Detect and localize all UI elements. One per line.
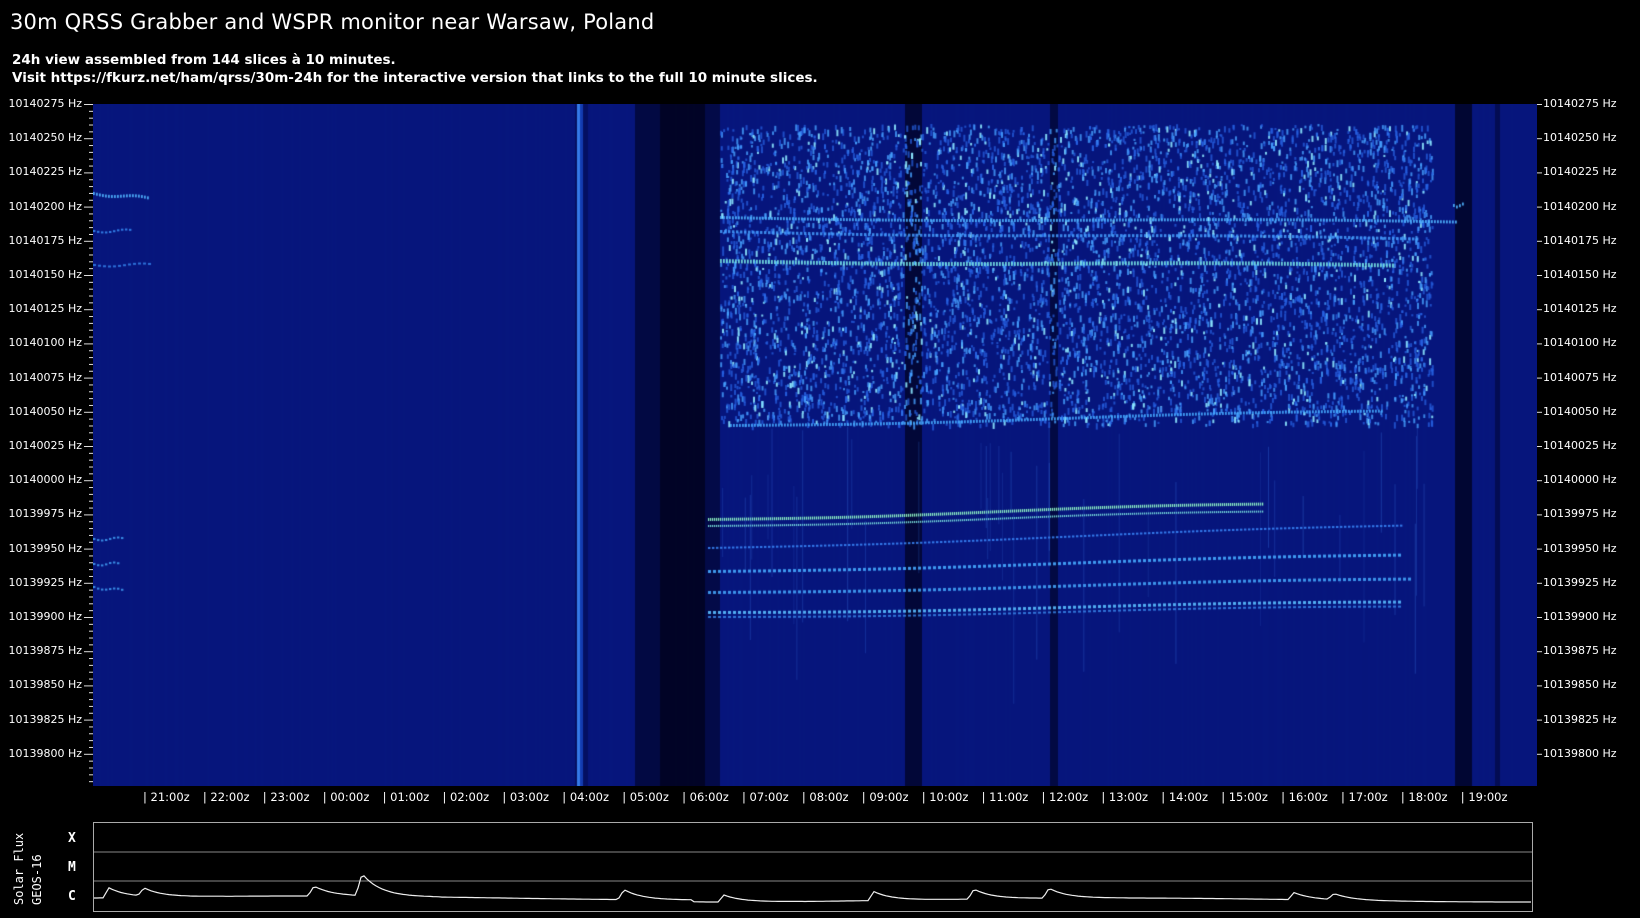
time-label: | 23:00z [262, 790, 310, 804]
subtitle-info: 24h view assembled from 144 slices à 10 … [12, 52, 396, 68]
frequency-label: 10140200 Hz [8, 199, 82, 213]
flux-class-c: C [68, 889, 76, 904]
frequency-label: 10140075 Hz [8, 370, 82, 384]
frequency-label: 10140125 Hz [8, 302, 82, 316]
frequency-label: 10140100 Hz [1543, 336, 1617, 350]
time-label: | 16:00z [1281, 790, 1328, 804]
frequency-label: 10140250 Hz [1543, 131, 1617, 145]
time-label: | 01:00z [382, 790, 430, 804]
frequency-label: 10140025 Hz [8, 439, 82, 452]
time-label: | 19:00z [1460, 790, 1508, 804]
flux-class-m: M [68, 860, 76, 875]
time-label: | 17:00z [1341, 790, 1388, 804]
frequency-label: 10139975 Hz [1543, 507, 1617, 521]
goes-axis-title: GEOS-16 [30, 854, 44, 905]
frequency-label: 10140175 Hz [8, 233, 82, 247]
frequency-label: 10140225 Hz [8, 165, 82, 179]
time-label: | 12:00z [1041, 790, 1089, 804]
time-label: | 02:00z [442, 790, 490, 804]
solar-flux-plot [94, 851, 1532, 903]
frequency-label: 10140175 Hz [1543, 233, 1617, 247]
frequency-label: 10140125 Hz [1543, 302, 1617, 316]
frequency-label: 10139900 Hz [1543, 610, 1617, 623]
time-label: | 06:00z [682, 790, 729, 804]
time-label: | 14:00z [1161, 790, 1209, 804]
time-label: | 10:00z [921, 790, 969, 804]
frequency-label: 10140275 Hz [1543, 97, 1617, 110]
frequency-label: 10139950 Hz [8, 541, 82, 555]
solar-flux-axis-title: Solar Flux [12, 832, 26, 905]
frequency-label: 10139800 Hz [1543, 746, 1617, 760]
frequency-label: 10140250 Hz [8, 131, 82, 145]
frequency-label: 10139900 Hz [8, 610, 82, 623]
frequency-label: 10139825 Hz [1543, 712, 1617, 726]
time-label: | 15:00z [1221, 790, 1268, 804]
time-label: | 07:00z [742, 790, 789, 804]
page-title: 30m QRSS Grabber and WSPR monitor near W… [10, 10, 655, 34]
solar-flux-trace [94, 875, 1531, 903]
frequency-label: 10140225 Hz [1543, 165, 1617, 179]
time-label: | 00:00z [322, 790, 370, 804]
frequency-label: 10139875 Hz [1543, 644, 1617, 658]
frequency-label: 10139850 Hz [1543, 678, 1617, 692]
time-label: | 05:00z [622, 790, 669, 804]
frequency-label: 10140050 Hz [1543, 404, 1617, 418]
time-axis: | 21:00z | 22:00z | 23:00z | 00:00z | 01:00z… [0, 788, 1640, 808]
frequency-label: 10140150 Hz [1543, 268, 1617, 281]
frequency-ticks-left [84, 104, 93, 783]
frequency-label: 10140025 Hz [1543, 439, 1617, 452]
frequency-label: 10139850 Hz [8, 678, 82, 692]
flux-class-x: X [68, 831, 76, 846]
frequency-label: 10140275 Hz [8, 97, 82, 110]
frequency-label: 10140200 Hz [1543, 199, 1617, 213]
waterfall-canvas[interactable] [93, 104, 1537, 786]
frequency-label: 10139875 Hz [8, 644, 82, 658]
frequency-label: 10139975 Hz [8, 507, 82, 521]
frequency-label: 10140000 Hz [8, 473, 82, 487]
frequency-label: 10139800 Hz [8, 746, 82, 760]
frequency-label: 10140100 Hz [8, 336, 82, 350]
time-label: | 04:00z [562, 790, 610, 804]
time-label: | 09:00z [861, 790, 909, 804]
time-label: | 03:00z [502, 790, 550, 804]
time-label: | 11:00z [981, 790, 1029, 804]
solar-flux-panel [93, 822, 1533, 912]
time-label: | 21:00z [143, 790, 190, 804]
subtitle-link-info[interactable]: Visit https://fkurz.net/ham/qrss/30m-24h… [12, 70, 818, 86]
waterfall-spectrogram[interactable] [93, 104, 1537, 786]
time-label: | 22:00z [202, 790, 250, 804]
time-label: | 08:00z [801, 790, 849, 804]
frequency-label: 10139925 Hz [1543, 575, 1617, 589]
time-label: | 18:00z [1400, 790, 1448, 804]
frequency-label: 10139825 Hz [8, 712, 82, 726]
frequency-label: 10140075 Hz [1543, 370, 1617, 384]
frequency-label: 10140000 Hz [1543, 473, 1617, 487]
time-label: | 13:00z [1101, 790, 1149, 804]
frequency-label: 10139925 Hz [8, 575, 82, 589]
frequency-label: 10140050 Hz [8, 404, 82, 418]
frequency-label: 10140150 Hz [8, 268, 82, 281]
frequency-label: 10139950 Hz [1543, 541, 1617, 555]
